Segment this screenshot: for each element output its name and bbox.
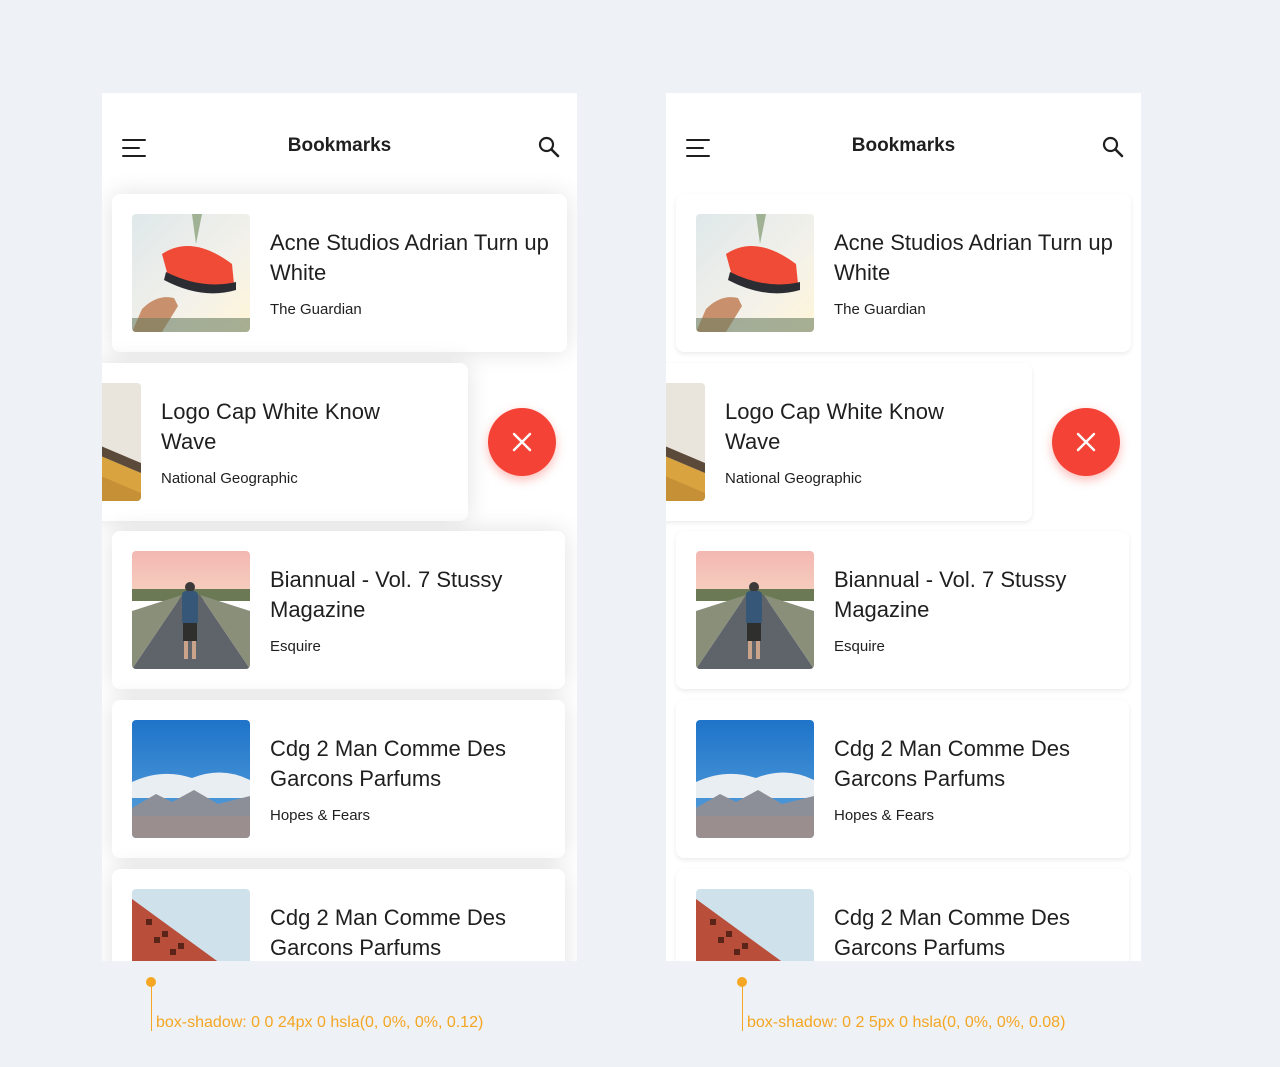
- page-title: Bookmarks: [287, 135, 392, 156]
- red-building-photo: [696, 889, 814, 961]
- building-photo: [102, 383, 141, 501]
- card-source: Esquire: [270, 638, 321, 655]
- card-title: Acne Studios Adrian Turn up White: [834, 230, 1113, 285]
- close-icon: [1076, 432, 1096, 452]
- bookmarks-screen-left: Bookmarks Acne Studios Adrian Turn up Wh…: [102, 93, 577, 961]
- mountain-sky-photo: [696, 720, 814, 838]
- bookmark-card[interactable]: Cdg 2 Man Comme Des Garcons Parfums: [112, 869, 565, 961]
- card-title: Cdg 2 Man Comme Des Garcons Parfums: [270, 905, 506, 960]
- card-source: The Guardian: [270, 301, 362, 318]
- card-title: Logo Cap White Know Wave: [161, 399, 380, 454]
- card-source: Hopes & Fears: [834, 807, 935, 824]
- card-source: Hopes & Fears: [270, 807, 371, 824]
- bookmark-card[interactable]: Cdg 2 Man Comme Des Garcons Parfums Hope…: [676, 700, 1129, 858]
- card-title: Biannual - Vol. 7 Stussy Magazine: [834, 567, 1067, 622]
- card-title: Logo Cap White Know Wave: [725, 399, 944, 454]
- annotation-text: box-shadow: 0 0 24px 0 hsla(0, 0%, 0%, 0…: [156, 1014, 484, 1031]
- card-title: Acne Studios Adrian Turn up White: [270, 230, 549, 285]
- bookmark-card[interactable]: Acne Studios Adrian Turn up White The Gu…: [676, 194, 1131, 352]
- road-walker-photo: [696, 551, 814, 669]
- search-icon[interactable]: [537, 135, 561, 159]
- bookmark-card-swiped[interactable]: Logo Cap White Know Wave National Geogra…: [102, 363, 468, 521]
- card-source: The Guardian: [834, 301, 926, 318]
- card-source: National Geographic: [161, 470, 298, 487]
- card-title: Cdg 2 Man Comme Des Garcons Parfums: [834, 736, 1070, 791]
- bookmark-card[interactable]: Biannual - Vol. 7 Stussy Magazine Esquir…: [112, 531, 565, 689]
- page-title: Bookmarks: [851, 135, 956, 156]
- annotation-text: box-shadow: 0 2 5px 0 hsla(0, 0%, 0%, 0.…: [747, 1014, 1066, 1031]
- app-header: Bookmarks: [102, 93, 577, 193]
- annotation-line: [742, 985, 743, 1031]
- mountain-sky-photo: [132, 720, 250, 838]
- card-title: Biannual - Vol. 7 Stussy Magazine: [270, 567, 503, 622]
- bookmark-card[interactable]: Cdg 2 Man Comme Des Garcons Parfums Hope…: [112, 700, 565, 858]
- close-icon: [512, 432, 532, 452]
- red-building-photo: [132, 889, 250, 961]
- bookmark-card[interactable]: Acne Studios Adrian Turn up White The Gu…: [112, 194, 567, 352]
- sneaker-photo: [696, 214, 814, 332]
- bookmark-card[interactable]: Biannual - Vol. 7 Stussy Magazine Esquir…: [676, 531, 1129, 689]
- road-walker-photo: [132, 551, 250, 669]
- delete-button[interactable]: [1052, 408, 1120, 476]
- building-photo: [666, 383, 705, 501]
- card-title: Cdg 2 Man Comme Des Garcons Parfums: [834, 905, 1070, 960]
- bookmark-card-swiped[interactable]: Logo Cap White Know Wave National Geogra…: [666, 363, 1032, 521]
- delete-button[interactable]: [488, 408, 556, 476]
- annotation-line: [151, 985, 152, 1031]
- bookmark-card[interactable]: Cdg 2 Man Comme Des Garcons Parfums: [676, 869, 1129, 961]
- card-source: National Geographic: [725, 470, 862, 487]
- card-source: Esquire: [834, 638, 885, 655]
- sneaker-photo: [132, 214, 250, 332]
- app-header: Bookmarks: [666, 93, 1141, 193]
- search-icon[interactable]: [1101, 135, 1125, 159]
- bookmarks-screen-right: Bookmarks Acne Studios Adrian Turn up Wh…: [666, 93, 1141, 961]
- card-title: Cdg 2 Man Comme Des Garcons Parfums: [270, 736, 506, 791]
